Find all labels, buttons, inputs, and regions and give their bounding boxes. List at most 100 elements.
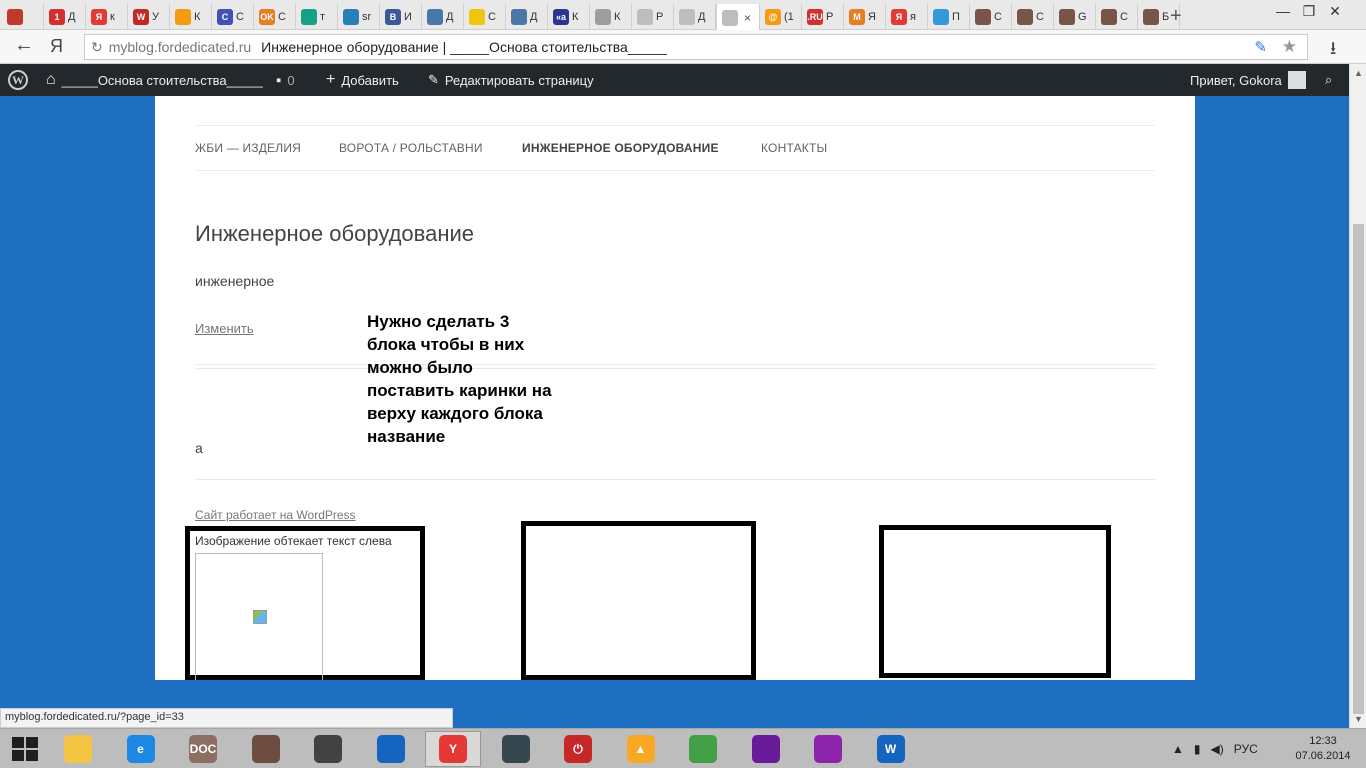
winrar-icon (751, 735, 780, 763)
home-icon: ⌂ (46, 71, 56, 88)
browser-tab[interactable]: @ (1 (760, 4, 802, 30)
url-field[interactable]: ↻ myblog.fordedicated.ru Инженерное обор… (84, 34, 1308, 60)
scrollbar-thumb[interactable] (1353, 224, 1364, 714)
tab-title: я (910, 11, 916, 23)
tab-title: У (152, 11, 159, 23)
taskbar-app[interactable] (800, 731, 856, 767)
browser-tab[interactable]: × (716, 4, 760, 31)
tab-title: Я (868, 11, 876, 23)
browser-tab[interactable]: Д (422, 4, 464, 30)
network-icon[interactable]: ▮ (1194, 742, 1201, 756)
taskbar-app[interactable] (488, 731, 544, 767)
restore-button[interactable]: ❐ (1296, 2, 1322, 20)
speaker-icon (314, 735, 342, 763)
taskbar-app[interactable]: W (863, 731, 919, 767)
scroll-down-icon[interactable]: ▼ (1354, 714, 1363, 724)
site-name-link[interactable]: ⌂ _____Основа стоительства_____ (46, 64, 263, 96)
taskbar-app[interactable] (300, 731, 356, 767)
brush-icon[interactable]: ✎ (1254, 38, 1267, 56)
camera-icon (251, 735, 280, 763)
hex-icon (301, 9, 317, 25)
taskbar-app[interactable]: ▲ (613, 731, 669, 767)
download-icon[interactable]: ⭳ (1330, 36, 1336, 66)
browser-tab[interactable]: «a К (548, 4, 590, 30)
tab-title: sr (362, 11, 372, 23)
close-window-button[interactable]: ✕ (1322, 2, 1348, 20)
leaf-icon (469, 9, 485, 25)
browser-tab[interactable]: т (296, 4, 338, 30)
taskbar-app[interactable] (738, 731, 794, 767)
powered-by-wordpress-link[interactable]: Сайт работает на WordPress (195, 508, 356, 522)
tab-title: С (488, 11, 496, 23)
browser-tab[interactable]: CС (212, 4, 254, 30)
browser-tab[interactable]: Д (506, 4, 548, 30)
add-new-link[interactable]: + Добавить (326, 64, 399, 96)
edit-page-link[interactable]: ✎ Редактировать страницу (428, 64, 594, 96)
content-block-2 (521, 521, 756, 680)
browser-tab[interactable]: Д (674, 4, 716, 30)
browser-tab[interactable]: Р (632, 4, 674, 30)
taskbar-app[interactable]: DOC (175, 731, 231, 767)
scroll-up-icon[interactable]: ▲ (1354, 68, 1363, 78)
reload-icon[interactable]: ↻ (91, 39, 103, 56)
browser-tab[interactable]: П (928, 4, 970, 30)
yandex-logo-icon[interactable]: Я (50, 36, 63, 57)
new-tab-button[interactable]: + (1170, 5, 1182, 28)
taskbar-app[interactable]: Y (425, 731, 481, 767)
nav-item-vorota[interactable]: ВОРОТА / РОЛЬСТАВНИ (339, 141, 483, 155)
browser-tab[interactable]: OK С (254, 4, 296, 30)
browser-tab[interactable] (2, 4, 44, 30)
taskbar-app[interactable] (675, 731, 731, 767)
bookmark-star-icon[interactable]: ★ (1282, 37, 1297, 57)
taskbar-app[interactable] (363, 731, 419, 767)
taskbar-app[interactable]: ⏻ (550, 731, 606, 767)
tab-title: С (994, 11, 1002, 23)
browser-tab[interactable]: С (1096, 4, 1138, 30)
one-icon: 1 (49, 9, 65, 25)
nav-item-zhbi[interactable]: ЖБИ — ИЗДЕЛИЯ (195, 141, 301, 155)
volume-icon[interactable]: ◀) (1211, 742, 1224, 756)
control-panel-icon (376, 735, 405, 763)
back-arrow-icon[interactable]: ← (14, 34, 34, 57)
start-button[interactable] (12, 737, 38, 761)
browser-tab[interactable]: .RU Р (802, 4, 844, 30)
taskbar-app[interactable] (238, 731, 294, 767)
browser-tab[interactable]: Яя (886, 4, 928, 30)
browser-tab[interactable]: К (170, 4, 212, 30)
taskbar: e DOC Y ⏻ ▲ W ▲ ▮ ◀) РУС 12:33 07.06.2014 (0, 728, 1366, 768)
browser-tab[interactable]: MЯ (844, 4, 886, 30)
tray-arrow-icon[interactable]: ▲ (1172, 742, 1184, 756)
browser-tab[interactable]: С (1012, 4, 1054, 30)
browser-tab[interactable]: WУ (128, 4, 170, 30)
divider (195, 364, 1155, 365)
taskbar-app[interactable]: e (113, 731, 169, 767)
tab-title: Д (68, 11, 76, 23)
wp-menu[interactable]: W (8, 64, 28, 96)
user-icon (975, 9, 991, 25)
minimize-button[interactable]: — (1270, 2, 1296, 20)
browser-tab[interactable]: sr (338, 4, 380, 30)
block-caption: Изображение обтекает текст слева (195, 534, 392, 548)
yandex-icon: Я (91, 9, 107, 25)
clock[interactable]: 12:33 07.06.2014 (1293, 734, 1353, 764)
edit-link[interactable]: Изменить (195, 321, 254, 336)
comments-link[interactable]: ▪ 0 (276, 64, 295, 96)
browser-tab[interactable]: С (464, 4, 506, 30)
content-block-3 (879, 525, 1111, 678)
close-tab-icon[interactable]: × (744, 11, 751, 25)
chat-icon (511, 9, 527, 25)
search-icon[interactable]: ⌕ (1325, 64, 1332, 96)
browser-tab[interactable]: К (590, 4, 632, 30)
browser-tab[interactable]: 1Д (44, 4, 86, 30)
nav-item-contacts[interactable]: КОНТАКТЫ (761, 141, 827, 155)
language-indicator[interactable]: РУС (1234, 742, 1258, 756)
browser-tab[interactable]: G (1054, 4, 1096, 30)
browser-tab[interactable]: BИ (380, 4, 422, 30)
scrollbar[interactable]: ▲ ▼ (1349, 64, 1366, 728)
nav-item-engineering[interactable]: ИНЖЕНЕРНОЕ ОБОРУДОВАНИЕ (522, 141, 719, 155)
taskbar-app[interactable] (50, 731, 106, 767)
browser-tab[interactable]: С (970, 4, 1012, 30)
browser-tab[interactable]: Як (86, 4, 128, 30)
account-menu[interactable]: Привет, Gokora (1190, 64, 1306, 96)
wordpress-logo-icon: W (8, 70, 28, 90)
